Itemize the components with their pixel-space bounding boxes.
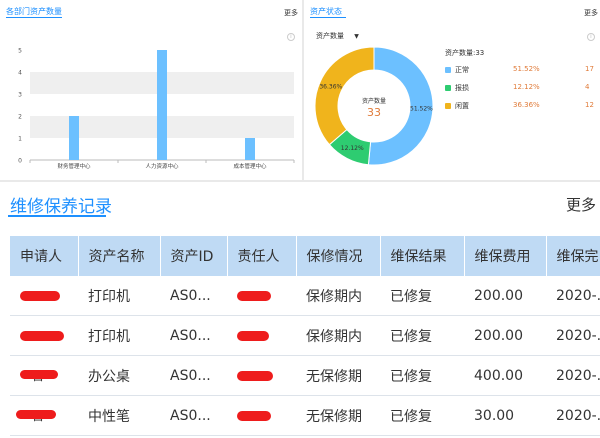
y-tick-label: 4 (18, 70, 22, 77)
legend-count: 17 (585, 65, 594, 73)
redaction-mark (237, 290, 271, 301)
legend-item[interactable]: 报损 12.12% 4 (445, 83, 595, 93)
x-tick-label: 人力资源中心 (145, 162, 179, 170)
legend-item[interactable]: 正常 51.52% 17 (445, 65, 595, 75)
redaction-mark (16, 410, 56, 419)
bar (245, 138, 255, 160)
donut-center-value: 33 (367, 106, 381, 119)
applicant-cell: 一百 (10, 395, 78, 436)
col-header[interactable]: 保修情况 (296, 236, 381, 276)
owner-cell (227, 395, 296, 436)
legend-count: 4 (585, 83, 590, 91)
cost-cell: 30.00 (464, 395, 546, 436)
warranty-cell: 保修期内 (296, 276, 380, 316)
table-row[interactable]: 一百 中性笔 AS0... 无保修期 已修复 30.00 2020-... (10, 395, 600, 436)
redaction-mark (20, 290, 60, 301)
status-panel-title-underline (310, 17, 346, 18)
legend-percent: 36.36% (513, 101, 540, 109)
bar (157, 50, 167, 160)
table-row[interactable]: 打印机 AS0... 保修期内 已修复 200.00 2020-... (10, 276, 600, 316)
legend-percent: 51.52% (513, 65, 540, 73)
date-cell: 2020-... (546, 276, 600, 316)
y-tick-label: 5 (18, 48, 22, 55)
warranty-cell: 无保修期 (296, 395, 380, 436)
asset-status-panel: 资产状态 更多 i 资产数量 ▼ 资产数量:33 正常 51.52% 17 报损 12.… (304, 0, 600, 180)
slice-label: 51.52% (410, 105, 433, 112)
cost-cell: 400.00 (464, 355, 546, 396)
result-cell: 已修复 (380, 315, 464, 356)
y-tick-label: 3 (18, 92, 22, 99)
maintenance-table: 申请人 资产名称 资产ID 责任人 保修情况 维保结果 维保费用 维保完 打印机… (10, 236, 600, 436)
col-header[interactable]: 资产名称 (78, 236, 161, 276)
applicant-cell: 一百 (10, 355, 78, 396)
col-header[interactable]: 责任人 (227, 236, 297, 276)
warranty-cell: 保修期内 (296, 315, 380, 356)
asset-name-cell: 中性笔 (78, 395, 160, 436)
col-header[interactable]: 资产ID (160, 236, 228, 276)
legend-item[interactable]: 闲置 36.36% 12 (445, 101, 595, 111)
maintenance-title-underline (8, 215, 106, 217)
result-cell: 已修复 (380, 276, 464, 316)
cost-cell: 200.00 (464, 315, 546, 356)
date-cell: 2020-... (546, 315, 600, 356)
asset-id-cell: AS0... (160, 395, 227, 436)
asset-name-cell: 办公桌 (78, 355, 160, 396)
x-tick-label: 成本管理中心 (233, 162, 267, 170)
status-donut-chart: 51.52% 12.12% 36.36% 资产数量33 (314, 46, 434, 166)
asset-id-cell: AS0... (160, 355, 227, 396)
dept-bar-chart: 0 1 2 3 4 5 财务管理中心 人力资源中心 成本管理中心 (18, 48, 295, 170)
date-cell: 2020-... (546, 395, 600, 436)
legend-percent: 12.12% (513, 83, 540, 91)
asset-id-cell: AS0... (160, 276, 227, 316)
result-cell: 已修复 (380, 355, 464, 396)
redaction-mark (237, 370, 273, 381)
donut-center-label: 资产数量 (362, 97, 386, 105)
y-tick-label: 1 (18, 136, 22, 143)
slice-label: 12.12% (341, 145, 364, 152)
col-header[interactable]: 维保结果 (380, 236, 465, 276)
result-cell: 已修复 (380, 395, 464, 436)
donut-slice (314, 46, 375, 146)
slice-label: 36.36% (319, 83, 342, 90)
table-header-row: 申请人 资产名称 资产ID 责任人 保修情况 维保结果 维保费用 维保完 (10, 236, 600, 276)
col-header[interactable]: 申请人 (10, 236, 79, 276)
applicant-cell (10, 276, 78, 316)
table-row[interactable]: 打印机 AS0... 保修期内 已修复 200.00 2020-... (10, 315, 600, 356)
cost-cell: 200.00 (464, 276, 546, 316)
maintenance-title: 维修保养记录 (10, 197, 112, 217)
date-cell: 2020-... (546, 355, 600, 396)
owner-cell (227, 315, 296, 356)
col-header[interactable]: 维保费用 (464, 236, 547, 276)
x-tick-label: 财务管理中心 (57, 162, 91, 170)
owner-cell (227, 355, 296, 396)
status-panel-title: 资产状态 (310, 7, 342, 16)
redaction-mark (20, 330, 64, 341)
info-icon[interactable]: i (587, 33, 595, 41)
y-tick-label: 0 (18, 158, 22, 165)
table-row[interactable]: 一百 办公桌 AS0... 无保修期 已修复 400.00 2020-... (10, 355, 600, 396)
redaction-mark (237, 330, 269, 341)
col-header[interactable]: 维保完 (546, 236, 600, 276)
redaction-mark (237, 410, 271, 421)
asset-name-cell: 打印机 (78, 315, 160, 356)
redaction-mark (20, 370, 58, 379)
bar (69, 116, 79, 160)
applicant-cell (10, 315, 78, 356)
y-tick-label: 2 (18, 114, 22, 121)
maintenance-more-link[interactable]: 更多 (566, 194, 596, 215)
maintenance-panel: 维修保养记录 更多 申请人 资产名称 资产ID 责任人 保修情况 维保结果 维保… (0, 182, 600, 438)
owner-cell (227, 276, 296, 316)
status-more-link[interactable]: 更多 (584, 8, 598, 18)
warranty-cell: 无保修期 (296, 355, 380, 396)
dept-assets-panel: 各部门资产数量 更多 i 0 1 2 3 4 5 财务管理中心 人力资源中心 成本管理中心 (0, 0, 302, 180)
legend-count: 12 (585, 101, 594, 109)
asset-id-cell: AS0... (160, 315, 227, 356)
asset-name-cell: 打印机 (78, 276, 160, 316)
